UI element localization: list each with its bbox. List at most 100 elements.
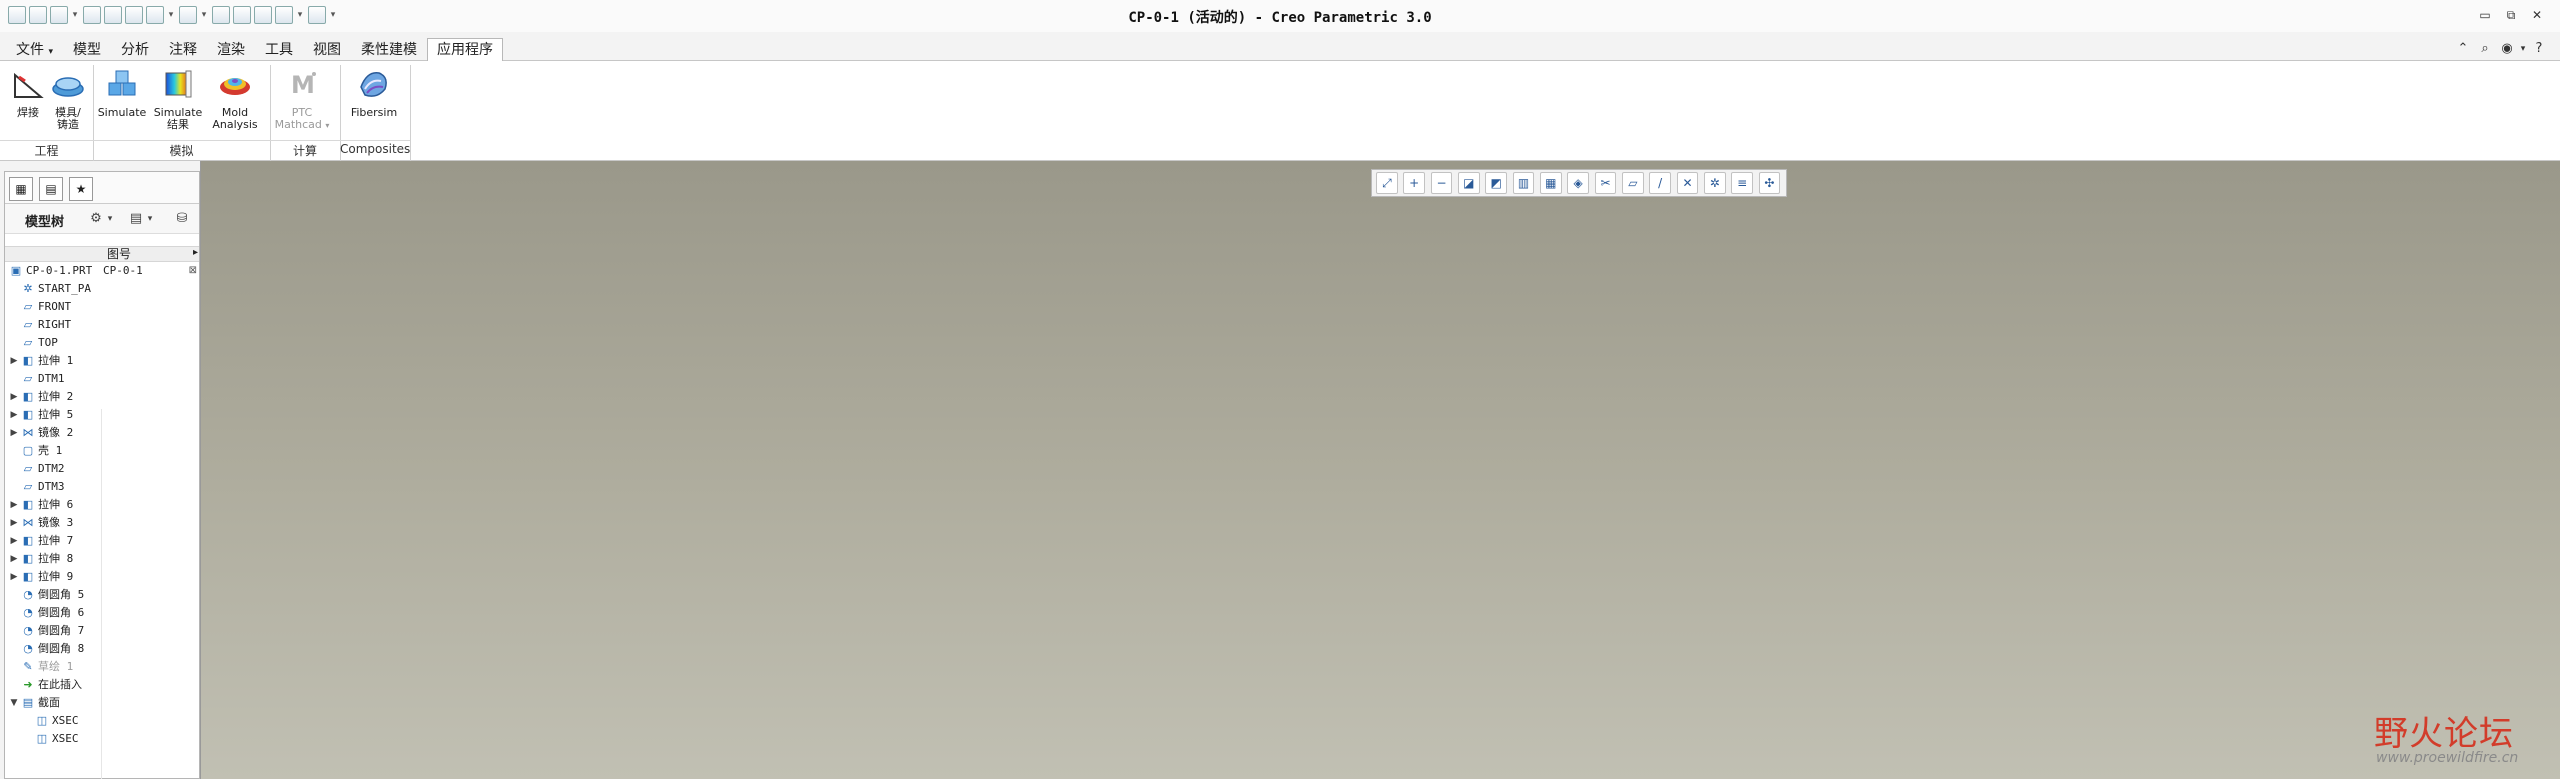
chevron-down-icon[interactable]: ▾: [105, 210, 115, 228]
tree-row-label: 倒圆角 6: [38, 606, 85, 619]
fibersim-button[interactable]: Fibersim: [346, 67, 402, 119]
tree-row[interactable]: ▱ DTM2: [5, 460, 199, 478]
tree-row[interactable]: ◫ XSEC: [5, 730, 199, 748]
tree-row[interactable]: ▶ ◧ 拉伸 6: [5, 496, 199, 514]
tree-row[interactable]: ▶ ⋈ 镜像 3: [5, 514, 199, 532]
tree-row[interactable]: ▱ DTM1: [5, 370, 199, 388]
repaint-icon[interactable]: ◪: [1457, 172, 1480, 194]
section-view-icon[interactable]: ✂: [1594, 172, 1617, 194]
tab-analysis[interactable]: 分析: [111, 38, 159, 61]
help-toolbar: ⌃ ⌕ ◉ ▾ ?: [2452, 38, 2550, 60]
tree-row[interactable]: ✎ 草绘 1: [5, 658, 199, 676]
tree-row[interactable]: ▶ ◧ 拉伸 1: [5, 352, 199, 370]
simulate-button[interactable]: Simulate: [96, 67, 148, 119]
perspective-icon[interactable]: ◈: [1567, 172, 1590, 194]
tree-row[interactable]: ◔ 倒圆角 6: [5, 604, 199, 622]
tree-row[interactable]: ▼ ▤ 截面: [5, 694, 199, 712]
tree-row[interactable]: ▶ ◧ 拉伸 9: [5, 568, 199, 586]
model-tree-tab-icon[interactable]: ▦: [9, 177, 33, 201]
tree-row[interactable]: ◔ 倒圆角 5: [5, 586, 199, 604]
tree-row[interactable]: ▶ ◧ 拉伸 7: [5, 532, 199, 550]
tab-annotate[interactable]: 注释: [159, 38, 207, 61]
tab-file[interactable]: 文件 ▾: [6, 38, 63, 61]
annotation-display-icon[interactable]: ≡: [1731, 172, 1753, 194]
expand-arrow-icon[interactable]: ▶: [9, 532, 19, 550]
window-controls: ▭ ⧉ ✕: [2472, 6, 2550, 24]
weld-icon: [14, 72, 44, 98]
plane-display-icon[interactable]: ▱: [1621, 172, 1644, 194]
tree-row[interactable]: ▱ FRONT: [5, 298, 199, 316]
expand-arrow-icon[interactable]: ▶: [9, 406, 19, 424]
spin-center-icon[interactable]: ✣: [1758, 172, 1781, 194]
expand-arrow-icon[interactable]: ▶: [9, 352, 19, 370]
folder-browser-tab-icon[interactable]: ▤: [39, 177, 63, 201]
zoom-out-icon[interactable]: −: [1430, 172, 1453, 194]
collapse-arrow-icon[interactable]: ▼: [9, 694, 19, 712]
column-more-icon[interactable]: ▸: [193, 247, 198, 258]
tree-row-label: 截面: [38, 696, 60, 709]
help-icon[interactable]: ?: [2528, 40, 2550, 58]
saved-views-icon[interactable]: ▥: [1512, 172, 1535, 194]
restore-button[interactable]: ⧉: [2498, 6, 2524, 24]
show-icon[interactable]: ▤: [127, 210, 145, 228]
weld-button[interactable]: 焊接: [8, 67, 48, 119]
sketch-icon: ✎: [23, 660, 33, 673]
chevron-down-icon[interactable]: ▾: [2518, 40, 2528, 58]
favorites-tab-icon[interactable]: ★: [69, 177, 93, 201]
csys-display-icon[interactable]: ✲: [1703, 172, 1726, 194]
tree-row[interactable]: ▢ 壳 1: [5, 442, 199, 460]
filter-icon[interactable]: ⛁: [173, 210, 191, 228]
tree-column-header[interactable]: 图号 ▸: [5, 246, 199, 262]
tree-row[interactable]: ▶ ◧ 拉伸 5: [5, 406, 199, 424]
zoom-in-icon[interactable]: +: [1403, 172, 1426, 194]
tree-row-label: XSEC: [52, 732, 79, 745]
tab-model[interactable]: 模型: [63, 38, 111, 61]
datum-plane-icon: ▱: [23, 462, 33, 475]
expand-arrow-icon[interactable]: ▶: [9, 388, 19, 406]
simulate-results-button[interactable]: Simulate 结果: [150, 67, 206, 131]
axis-display-icon[interactable]: /: [1649, 172, 1672, 194]
tab-applications[interactable]: 应用程序: [426, 38, 503, 62]
tree-row-label: 草绘 1: [38, 660, 74, 673]
mathcad-button[interactable]: M PTC Mathcad ▾: [272, 67, 332, 132]
mold-analysis-button[interactable]: Mold Analysis: [208, 67, 262, 131]
tree-row[interactable]: ◫ XSEC: [5, 712, 199, 730]
tab-render[interactable]: 渲染: [207, 38, 255, 61]
expand-arrow-icon[interactable]: ▶: [9, 514, 19, 532]
tab-tools[interactable]: 工具: [255, 38, 303, 61]
tree-row[interactable]: ▶ ⋈ 镜像 2: [5, 424, 199, 442]
view-manager-icon[interactable]: ▦: [1539, 172, 1562, 194]
tab-flexible-modeling[interactable]: 柔性建模: [351, 38, 427, 61]
mold-casting-button[interactable]: 模具/ 铸造: [48, 67, 88, 131]
tree-row[interactable]: ◔ 倒圆角 7: [5, 622, 199, 640]
expand-arrow-icon[interactable]: ▶: [9, 550, 19, 568]
tree-row[interactable]: ▱ TOP: [5, 334, 199, 352]
chevron-down-icon[interactable]: ▾: [145, 210, 155, 228]
display-style-icon[interactable]: ◩: [1485, 172, 1508, 194]
minimize-button[interactable]: ▭: [2472, 6, 2498, 24]
expand-arrow-icon[interactable]: ▶: [9, 496, 19, 514]
expand-arrow-icon[interactable]: ▶: [9, 424, 19, 442]
close-button[interactable]: ✕: [2524, 6, 2550, 24]
group-label-composites: Composites: [340, 142, 411, 156]
column-drawing-number[interactable]: 图号: [107, 247, 131, 261]
tree-row[interactable]: ✲ START_PA: [5, 280, 199, 298]
point-display-icon[interactable]: ✕: [1676, 172, 1699, 194]
expand-arrow-icon[interactable]: ▶: [9, 568, 19, 586]
refit-icon[interactable]: ⤢: [1376, 172, 1398, 194]
tree-row[interactable]: ▶ ◧ 拉伸 8: [5, 550, 199, 568]
community-icon[interactable]: ◉: [2496, 40, 2518, 58]
graphics-window[interactable]: ⤢ + − ◪ ◩ ▥ ▦ ◈ ✂ ▱ / ✕ ✲ ≡ ✣: [201, 161, 2560, 779]
tree-row[interactable]: ◔ 倒圆角 8: [5, 640, 199, 658]
shell-icon: ▢: [22, 444, 34, 457]
search-icon[interactable]: ⌕: [2474, 40, 2496, 58]
tree-row[interactable]: ▣ CP-0-1.PRT CP-0-1 ⊠: [5, 262, 199, 280]
tab-view[interactable]: 视图: [303, 38, 351, 61]
settings-icon[interactable]: ⚙: [87, 210, 105, 228]
tree-row[interactable]: ▱ DTM3: [5, 478, 199, 496]
collapse-ribbon-icon[interactable]: ⌃: [2452, 40, 2474, 58]
tree-row[interactable]: ▱ RIGHT: [5, 316, 199, 334]
mirror-icon: ⋈: [22, 516, 34, 529]
tree-row[interactable]: ▶ ◧ 拉伸 2: [5, 388, 199, 406]
tree-row[interactable]: ➜ 在此插入: [5, 676, 199, 694]
